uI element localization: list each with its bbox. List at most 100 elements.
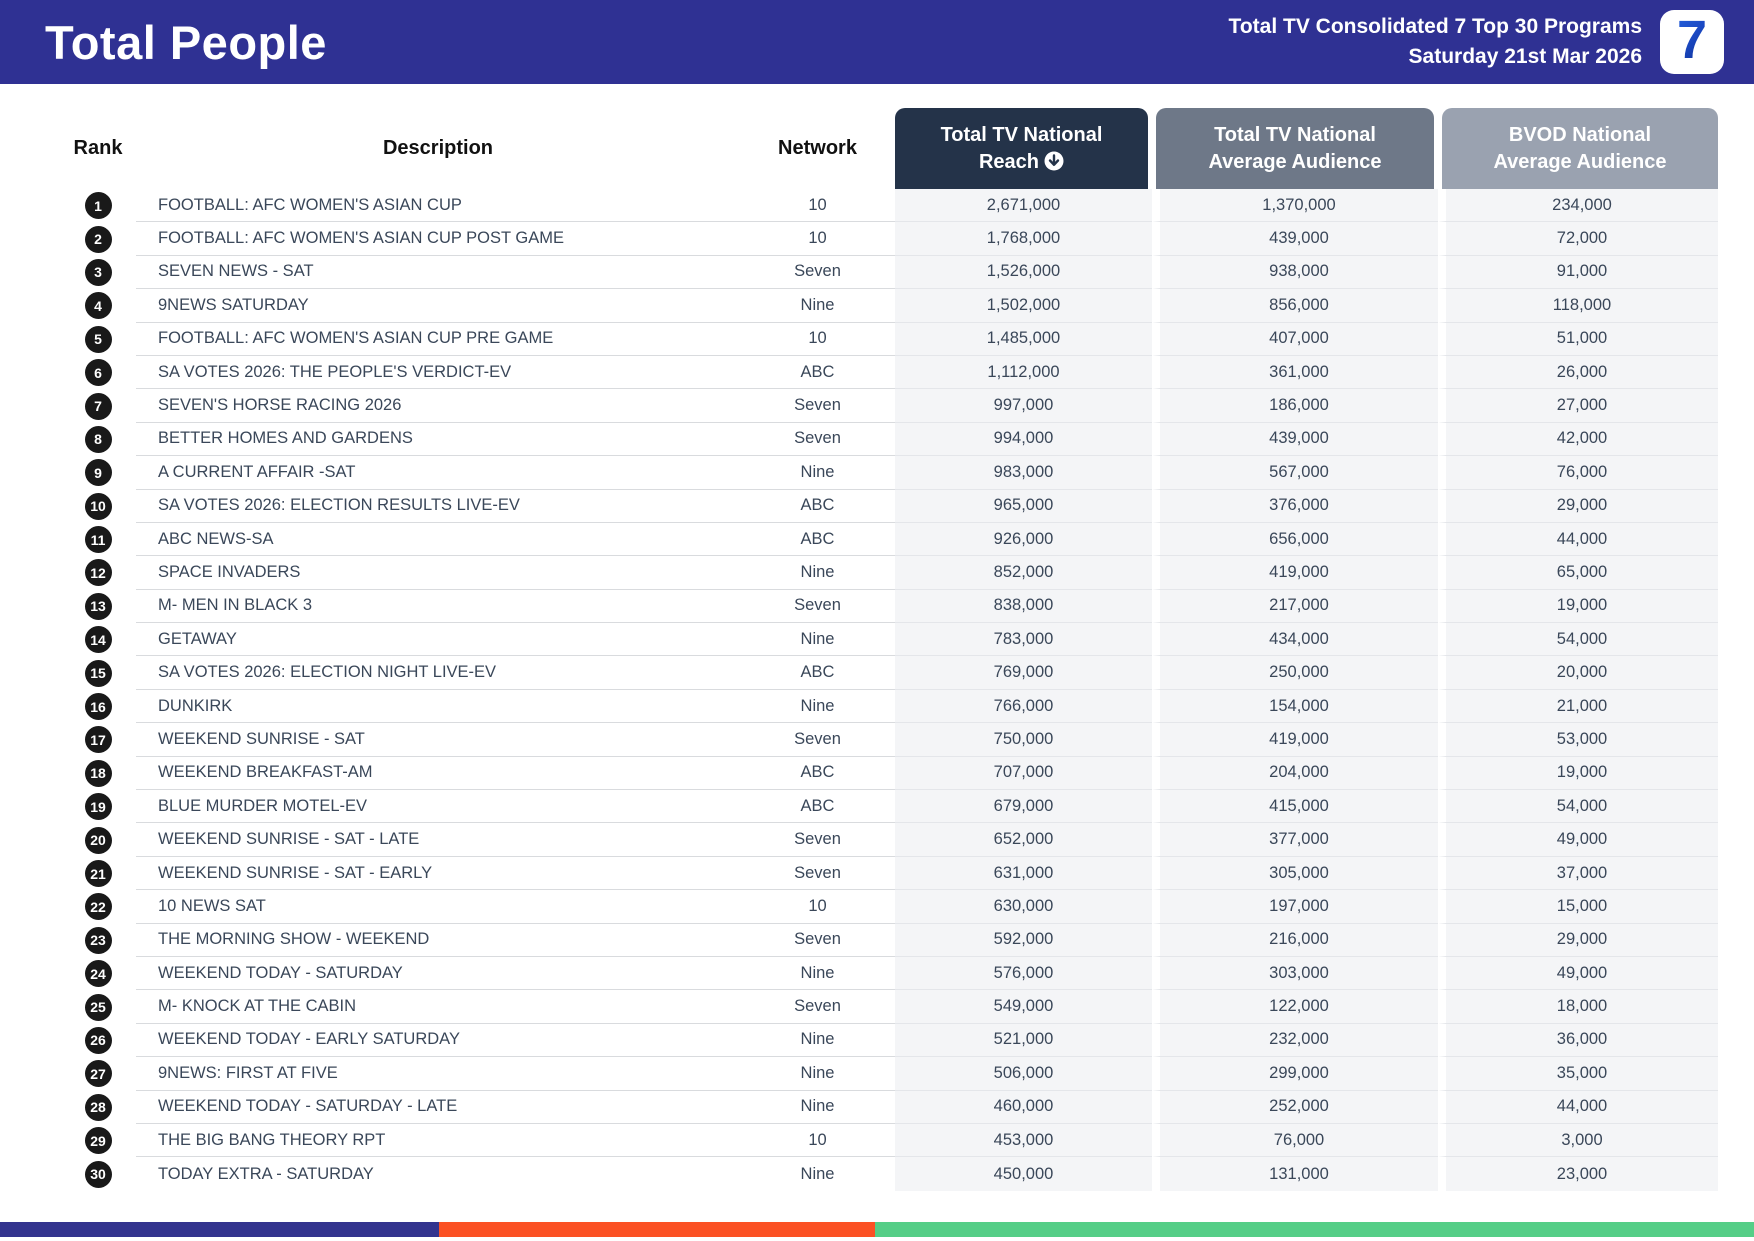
network-cell: ABC [740,790,895,824]
description-cell: TODAY EXTRA - SATURDAY [158,1164,374,1183]
rank-cell: 6 [60,356,136,389]
table-row: 10 SA VOTES 2026: ELECTION RESULTS LIVE-… [60,489,1718,523]
description-cell: 9NEWS SATURDAY [136,289,740,323]
total-tv-reach-cell: 852,000 [895,556,1152,590]
rank-cell: 8 [60,423,136,456]
bvod-average-cell: 49,000 [1438,823,1718,857]
reach-header-line1: Total TV National [940,123,1103,146]
rank-badge: 5 [84,325,112,353]
total-tv-reach-cell: 453,000 [895,1123,1152,1158]
bvod-average-cell: 37,000 [1438,856,1718,891]
page-title: Total People [45,15,327,69]
bvod-average-cell: 27,000 [1438,389,1718,423]
description-cell: FOOTBALL: AFC WOMEN'S ASIAN CUP [136,189,740,223]
description-cell: WEEKEND SUNRISE - SAT - EARLY [136,857,740,891]
description-cell: FOOTBALL: AFC WOMEN'S ASIAN CUP PRE GAME [136,323,740,356]
total-tv-average-cell: 216,000 [1152,923,1438,957]
footer-color-bar [0,1222,1754,1237]
rank-badge: 21 [84,860,112,887]
rank-cell: 13 [60,590,136,623]
table-row: 13 M- MEN IN BLACK 3 Seven 838,000 217,0… [60,589,1718,624]
rank-cell: 10 [60,490,136,523]
bvod-average-cell: 18,000 [1438,990,1718,1024]
total-tv-average-cell: 186,000 [1152,389,1438,423]
table-row: 25 M- KNOCK AT THE CABIN Seven 549,000 1… [60,990,1718,1024]
seven-network-logo: 7 [1660,10,1724,74]
rank-badge: 29 [84,1127,112,1155]
column-header-description: Description [382,137,494,159]
rank-badge: 18 [84,759,112,787]
description-cell: THE BIG BANG THEORY RPT [136,1124,740,1158]
column-header-bvod-average[interactable]: BVOD National Average Audience [1442,108,1718,189]
bvod-header-line1: BVOD National [1508,123,1652,146]
rank-badge: 14 [84,626,112,654]
total-tv-reach-cell: 997,000 [895,389,1152,423]
network-cell: 10 [740,222,895,256]
total-tv-average-cell: 938,000 [1152,255,1438,290]
description-cell: BLUE MURDER MOTEL-EV [136,790,740,824]
rank-badge: 2 [84,225,112,253]
total-tv-reach-cell: 750,000 [895,723,1152,757]
sort-descending-icon[interactable] [1044,151,1064,171]
footer-bar-green-segment [875,1222,1754,1237]
total-tv-reach-cell: 2,671,000 [895,189,1152,223]
network-cell: Nine [740,556,895,590]
bvod-average-cell: 36,000 [1438,1023,1718,1058]
network-cell: ABC [740,757,895,791]
table-row: 30 TODAY EXTRA - SATURDAY Nine 450,000 1… [60,1157,1718,1191]
footer-bar-orange-segment [438,1222,876,1237]
description-cell: 10 NEWS SAT [136,890,740,924]
total-tv-reach-cell: 1,526,000 [895,255,1152,290]
top30-table: Rank Description Network Total TV Nation… [60,108,1718,1191]
table-row: 20 WEEKEND SUNRISE - SAT - LATE Seven 65… [60,823,1718,857]
network-cell: Seven [740,924,895,957]
bvod-average-cell: 21,000 [1438,689,1718,724]
bvod-average-cell: 29,000 [1438,923,1718,957]
network-cell: Seven [740,823,895,857]
description-cell: WEEKEND TODAY - SATURDAY [136,957,740,991]
rank-badge: 12 [84,559,112,587]
rank-badge: 13 [84,592,112,620]
rank-cell: 18 [60,757,136,790]
description-cell: SEVEN'S HORSE RACING 2026 [136,389,740,423]
rank-badge: 27 [84,1060,112,1088]
rank-badge: 7 [84,392,112,420]
rank-badge: 28 [84,1093,112,1121]
total-tv-average-cell: 305,000 [1152,856,1438,891]
table-row: 19 BLUE MURDER MOTEL-EV ABC 679,000 415,… [60,790,1718,824]
rank-cell: 17 [60,723,136,756]
total-tv-reach-cell: 679,000 [895,790,1152,824]
description-cell: SA VOTES 2026: THE PEOPLE'S VERDICT-EV [136,356,740,390]
total-tv-average-cell: 419,000 [1152,556,1438,590]
table-row: 28 WEEKEND TODAY - SATURDAY - LATE Nine … [60,1090,1718,1124]
total-tv-reach-cell: 838,000 [895,589,1152,624]
description-cell: ABC NEWS-SA [136,523,740,557]
total-tv-reach-cell: 549,000 [895,990,1152,1024]
rank-cell: 7 [60,389,136,422]
rank-badge: 11 [84,526,112,554]
rank-cell: 5 [60,323,136,356]
column-header-total-tv-reach[interactable]: Total TV National Reach [895,108,1148,189]
rank-cell: 22 [60,890,136,923]
bvod-average-cell: 53,000 [1438,723,1718,757]
rank-badge: 17 [84,726,112,754]
rank-cell: 16 [60,690,136,723]
rank-badge: 20 [84,826,112,854]
network-cell: ABC [740,656,895,690]
rank-cell: 21 [60,857,136,890]
rank-cell: 26 [60,1024,136,1057]
network-cell: Seven [740,990,895,1024]
total-tv-reach-cell: 460,000 [895,1090,1152,1124]
column-header-network: Network [778,137,857,159]
rank-cell: 20 [60,823,136,856]
network-cell: Seven [740,723,895,757]
table-row: 23 THE MORNING SHOW - WEEKEND Seven 592,… [60,923,1718,957]
bvod-average-cell: 234,000 [1438,189,1718,223]
rank-cell: 19 [60,790,136,823]
network-cell: 10 [740,1124,895,1158]
column-header-total-tv-average[interactable]: Total TV National Average Audience [1156,108,1434,189]
table-row: 16 DUNKIRK Nine 766,000 154,000 21,000 [60,689,1718,724]
bvod-average-cell: 19,000 [1438,589,1718,624]
avg-header-line2: Average Audience [1208,150,1382,173]
table-row: 6 SA VOTES 2026: THE PEOPLE'S VERDICT-EV… [60,355,1718,390]
